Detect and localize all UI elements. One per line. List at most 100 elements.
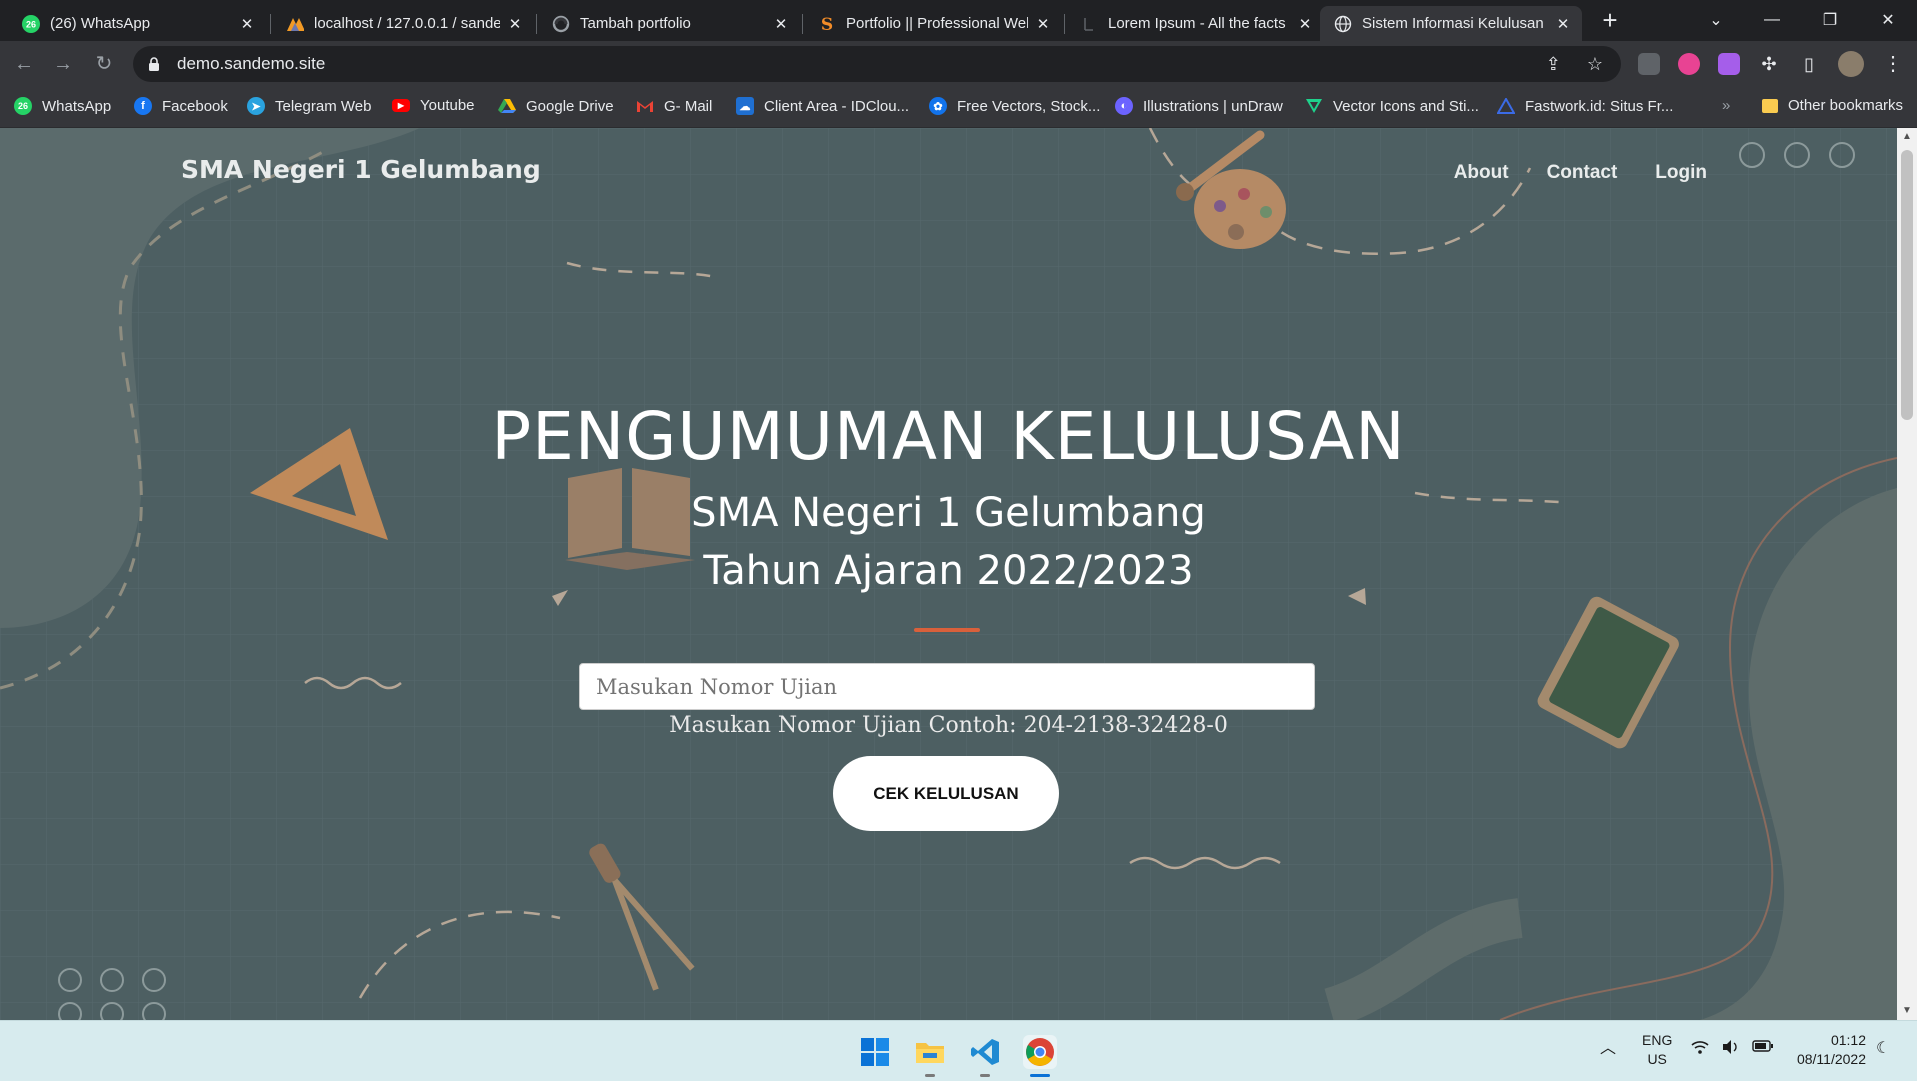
- bookmark-telegram[interactable]: ➤ Telegram Web: [247, 97, 371, 115]
- vscode-icon[interactable]: [968, 1035, 1002, 1069]
- freepik-icon: ✿: [929, 97, 947, 115]
- bookmark-gmail[interactable]: G- Mail: [636, 97, 712, 115]
- bookmark-label: Free Vectors, Stock...: [957, 97, 1101, 115]
- exam-number-hint: Masukan Nomor Ujian Contoh: 204-2138-324…: [669, 713, 1228, 738]
- other-bookmarks-folder[interactable]: Other bookmarks: [1762, 97, 1903, 114]
- close-icon[interactable]: ✕: [1296, 15, 1314, 33]
- url-text: demo.sandemo.site: [177, 54, 326, 73]
- tab-whatsapp[interactable]: 26 (26) WhatsApp ✕: [8, 6, 266, 41]
- page-scrollbar[interactable]: ▲ ▼: [1897, 128, 1917, 1020]
- clock[interactable]: 01:12 08/11/2022: [1790, 1031, 1866, 1069]
- battery-icon[interactable]: [1752, 1039, 1774, 1058]
- tab-lorem-ipsum[interactable]: Lorem Ipsum - All the facts ✕: [1066, 6, 1324, 41]
- facebook-icon: f: [134, 97, 152, 115]
- forward-arrow-icon[interactable]: →: [50, 51, 76, 77]
- bookmark-idcloudhost[interactable]: ☁ Client Area - IDClou...: [736, 97, 909, 115]
- bookmarks-bar: 26 WhatsApp f Facebook ➤ Telegram Web ▶ Yout…: [0, 88, 1917, 128]
- tab-title: (26) WhatsApp: [50, 15, 151, 32]
- page-viewport: SMA Negeri 1 Gelumbang About Contact Log…: [0, 128, 1897, 1020]
- telegram-icon: ➤: [247, 97, 265, 115]
- tab-tambah-portfolio[interactable]: Tambah portfolio ✕: [538, 6, 800, 41]
- address-bar[interactable]: demo.sandemo.site ⇪ ☆: [133, 46, 1621, 82]
- lock-icon: [147, 56, 161, 72]
- bookmark-label: Other bookmarks: [1788, 97, 1904, 114]
- close-icon[interactable]: ✕: [238, 15, 256, 33]
- bookmark-freepik[interactable]: ✿ Free Vectors, Stock...: [929, 97, 1100, 115]
- tab-divider: [1064, 14, 1065, 34]
- chrome-icon[interactable]: [1023, 1035, 1057, 1069]
- bookmark-label: WhatsApp: [42, 97, 112, 115]
- nav-login[interactable]: Login: [1655, 162, 1707, 184]
- site-nav: About Contact Login: [1454, 162, 1707, 184]
- nav-contact[interactable]: Contact: [1547, 162, 1618, 184]
- youtube-icon: ▶: [392, 99, 410, 112]
- extension-colorzilla-icon[interactable]: [1678, 53, 1700, 75]
- close-window-button[interactable]: ✕: [1860, 0, 1916, 40]
- notification-moon-icon[interactable]: ☾: [1876, 1039, 1890, 1058]
- bookmark-youtube[interactable]: ▶ Youtube: [392, 97, 475, 114]
- scroll-up-arrow-icon[interactable]: ▲: [1897, 128, 1917, 146]
- bookmark-google-drive[interactable]: Google Drive: [498, 97, 614, 115]
- profile-avatar[interactable]: [1838, 51, 1864, 77]
- svg-text:26: 26: [26, 19, 36, 29]
- share-icon[interactable]: ⇪: [1546, 54, 1561, 75]
- clock-date: 08/11/2022: [1796, 1051, 1866, 1067]
- undraw-icon: ◐: [1115, 97, 1133, 115]
- volume-icon[interactable]: [1722, 1039, 1740, 1060]
- svg-text:S: S: [821, 15, 833, 33]
- restore-button[interactable]: ❐: [1802, 0, 1858, 40]
- globe-icon: [1334, 15, 1352, 33]
- reload-icon[interactable]: ↻: [91, 51, 117, 77]
- bookmark-fastwork[interactable]: Fastwork.id: Situs Fr...: [1497, 97, 1673, 115]
- google-drive-icon: [498, 97, 516, 115]
- minimize-button[interactable]: —: [1744, 0, 1800, 40]
- tab-portfolio[interactable]: S Portfolio || Professional Website ✕: [804, 6, 1062, 41]
- bookmark-label: Telegram Web: [275, 97, 372, 115]
- close-icon[interactable]: ✕: [506, 15, 524, 33]
- tab-title: Tambah portfolio: [580, 15, 691, 32]
- tab-phpmyadmin[interactable]: localhost / 127.0.0.1 / sandemo ✕: [272, 6, 534, 41]
- windows-start-icon[interactable]: [858, 1035, 892, 1069]
- file-explorer-icon[interactable]: [913, 1035, 947, 1069]
- hero-title: PENGUMUMAN KELULUSAN: [491, 398, 1406, 475]
- language-code: ENG: [1642, 1032, 1673, 1048]
- scroll-down-arrow-icon[interactable]: ▼: [1897, 1002, 1917, 1020]
- hero-divider: [914, 628, 980, 632]
- close-icon[interactable]: ✕: [1034, 15, 1052, 33]
- tab-title: Sistem Informasi Kelulusan: [1362, 15, 1544, 32]
- kebab-menu-icon[interactable]: ⋮: [1880, 51, 1906, 77]
- exam-number-input[interactable]: [579, 663, 1315, 710]
- scroll-thumb[interactable]: [1901, 150, 1913, 420]
- extension-devtools-icon[interactable]: [1638, 53, 1660, 75]
- nav-about[interactable]: About: [1454, 162, 1509, 184]
- back-arrow-icon[interactable]: ←: [11, 51, 37, 77]
- language-indicator[interactable]: ENG US: [1642, 1031, 1672, 1069]
- close-icon[interactable]: ✕: [772, 15, 790, 33]
- close-icon[interactable]: ✕: [1554, 15, 1572, 33]
- extension-dropper-icon[interactable]: [1718, 53, 1740, 75]
- site-brand[interactable]: SMA Negeri 1 Gelumbang: [181, 155, 541, 184]
- tray-chevron-up-icon[interactable]: ︿: [1600, 1039, 1616, 1058]
- extensions-puzzle-icon[interactable]: ✣: [1756, 51, 1782, 77]
- tab-search-chevron-icon[interactable]: ⌄: [1688, 0, 1744, 40]
- taskbar-running-indicator: [925, 1074, 935, 1077]
- bookmark-undraw[interactable]: ◐ Illustrations | unDraw: [1115, 97, 1283, 115]
- bookmark-whatsapp[interactable]: 26 WhatsApp: [14, 97, 111, 115]
- bookmark-star-icon[interactable]: ☆: [1587, 54, 1603, 75]
- tab-title: localhost / 127.0.0.1 / sandemo: [314, 15, 500, 32]
- clock-time: 01:12: [1830, 1032, 1866, 1048]
- cek-kelulusan-button[interactable]: CEK KELULUSAN: [833, 756, 1059, 831]
- wifi-icon[interactable]: [1690, 1039, 1710, 1060]
- bookmark-flaticon[interactable]: Vector Icons and Sti...: [1305, 97, 1479, 115]
- bookmark-label: Client Area - IDClou...: [764, 97, 910, 115]
- tab-divider: [270, 14, 271, 34]
- new-tab-button[interactable]: +: [1596, 6, 1624, 34]
- bookmark-facebook[interactable]: f Facebook: [134, 97, 228, 115]
- tab-sistem-informasi-kelulusan[interactable]: Sistem Informasi Kelulusan ✕: [1320, 6, 1582, 41]
- bookmark-label: Illustrations | unDraw: [1143, 97, 1283, 115]
- taskbar-active-indicator: [1030, 1074, 1050, 1077]
- side-panel-icon[interactable]: ▯: [1796, 51, 1822, 77]
- bookmarks-overflow-chevron-icon[interactable]: »: [1722, 97, 1730, 114]
- tab-divider: [536, 14, 537, 34]
- bookmark-label: Youtube: [420, 97, 475, 114]
